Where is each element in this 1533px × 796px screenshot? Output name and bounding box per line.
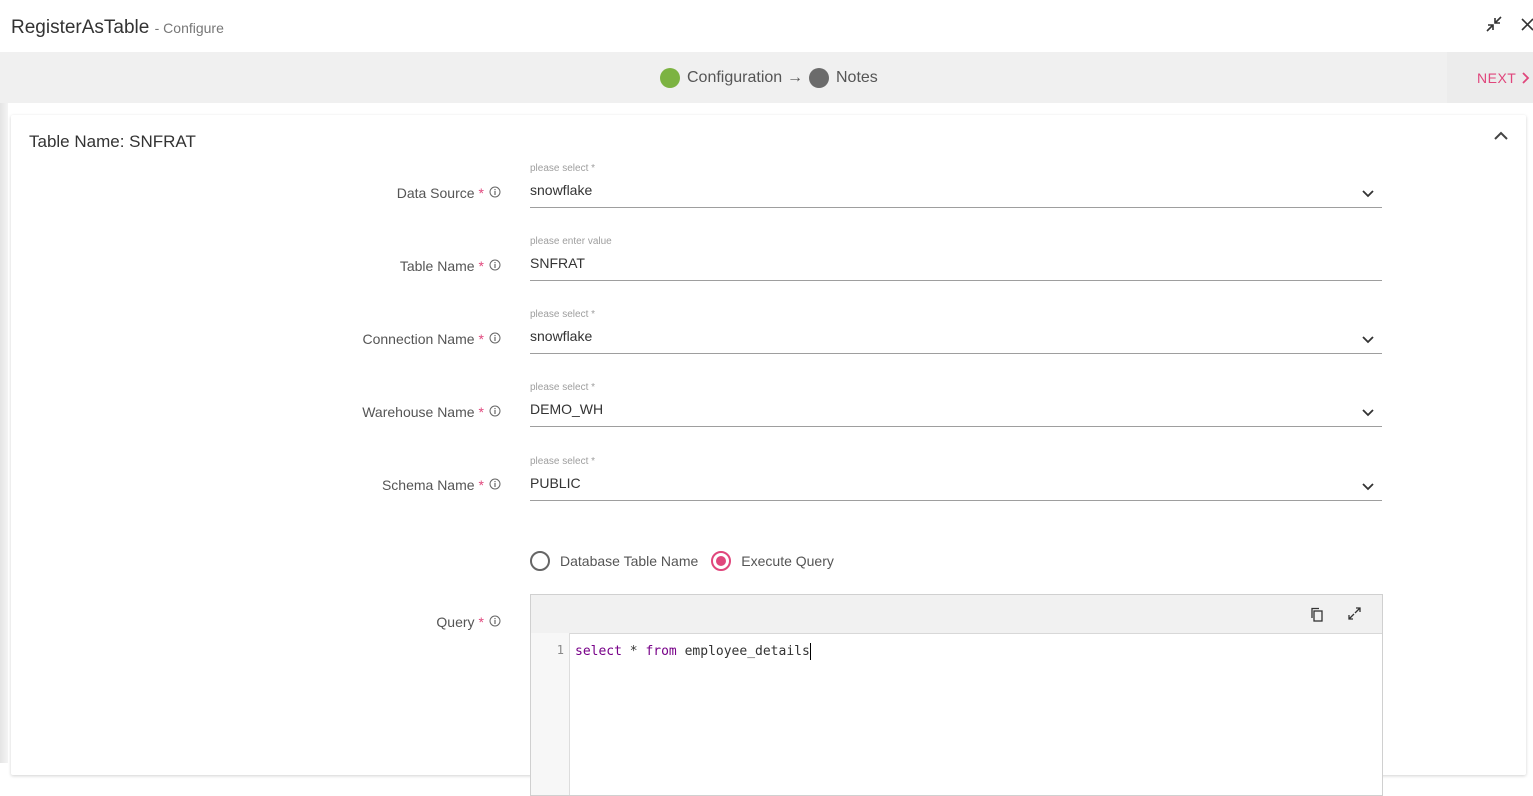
data-source-placeholder: please select * — [530, 163, 596, 174]
step-notes-label: Notes — [836, 69, 878, 86]
data-source-label-text: Data Source — [396, 185, 475, 201]
table-name-input[interactable]: please enter value SNFRAT — [530, 236, 1382, 281]
schema-name-label: Schema Name * — [382, 477, 501, 493]
query-editor[interactable]: 1 select * from employee_details — [530, 594, 1383, 796]
radio-execute-query-label[interactable]: Execute Query — [741, 553, 834, 569]
warehouse-name-label-text: Warehouse Name — [362, 404, 475, 420]
warehouse-name-label: Warehouse Name * — [362, 404, 501, 420]
info-icon[interactable] — [489, 477, 501, 493]
dialog-title-text: RegisterAsTable — [11, 17, 150, 38]
data-source-value: snowflake — [530, 182, 593, 198]
dialog-header: RegisterAsTable - Configure — [0, 0, 1533, 52]
mode-radio-group: Database Table Name Execute Query — [530, 551, 834, 571]
next-button-label: NEXT — [1477, 70, 1517, 86]
info-icon[interactable] — [489, 185, 501, 201]
code-text-star: * — [621, 644, 646, 659]
table-name-label: Table Name * — [400, 258, 501, 274]
required-marker: * — [478, 614, 484, 630]
code-text-table: employee_details — [676, 644, 810, 659]
expand-icon[interactable] — [1348, 607, 1361, 625]
warehouse-name-placeholder: please select * — [530, 382, 596, 393]
schema-name-select[interactable]: please select * PUBLIC — [530, 456, 1382, 501]
code-keyword-select: select — [575, 644, 622, 659]
text-cursor — [809, 643, 811, 660]
query-code[interactable]: select * from employee_details — [575, 643, 811, 660]
info-icon[interactable] — [489, 331, 501, 347]
info-icon[interactable] — [489, 404, 501, 420]
required-marker: * — [478, 477, 484, 493]
table-name-label-text: Table Name — [399, 258, 475, 274]
chevron-up-icon[interactable] — [1492, 129, 1510, 148]
config-panel: Table Name: SNFRAT Data Source * please … — [11, 115, 1526, 796]
next-area: NEXT — [1447, 52, 1533, 103]
step-configuration-label: Configuration — [687, 69, 783, 86]
info-icon[interactable] — [489, 258, 501, 274]
left-shadow-strip — [0, 52, 8, 763]
radio-database-table-name-label[interactable]: Database Table Name — [560, 553, 698, 569]
radio-database-table-name[interactable] — [530, 551, 550, 571]
required-marker: * — [478, 258, 484, 274]
next-button[interactable]: NEXT — [1477, 70, 1530, 86]
line-number: 1 — [556, 643, 564, 657]
radio-execute-query[interactable] — [711, 551, 732, 571]
schema-name-placeholder: please select * — [530, 456, 596, 467]
schema-name-value: PUBLIC — [530, 475, 581, 491]
editor-toolbar — [531, 595, 1382, 634]
step-notes[interactable]: Notes — [809, 68, 878, 88]
chevron-down-icon — [1362, 478, 1374, 496]
warehouse-name-select[interactable]: please select * DEMO_WH — [530, 382, 1382, 427]
copy-icon[interactable] — [1310, 607, 1324, 627]
dialog-title: RegisterAsTable - Configure — [11, 17, 224, 39]
step-configuration[interactable]: Configuration — [660, 68, 782, 88]
info-icon[interactable] — [489, 614, 501, 630]
dialog-subtitle: - Configure — [154, 20, 224, 36]
connection-name-placeholder: please select * — [530, 309, 596, 320]
step-arrow: → — [787, 69, 803, 86]
connection-name-value: snowflake — [530, 328, 593, 344]
query-label-text: Query — [436, 614, 475, 630]
panel-title: Table Name: SNFRAT — [29, 132, 196, 151]
editor-gutter: 1 — [531, 633, 570, 795]
connection-name-label: Connection Name * — [362, 331, 501, 347]
schema-name-label-text: Schema Name — [381, 477, 475, 493]
data-source-select[interactable]: please select * snowflake — [530, 163, 1382, 208]
chevron-down-icon — [1362, 185, 1374, 203]
step-active-dot-icon — [660, 68, 680, 88]
code-keyword-from: from — [645, 644, 677, 659]
step-pending-dot-icon — [809, 68, 829, 88]
connection-name-label-text: Connection Name — [362, 331, 475, 347]
close-icon[interactable] — [1520, 14, 1533, 39]
data-source-label: Data Source * — [397, 185, 501, 201]
table-name-placeholder: please enter value — [530, 236, 612, 247]
query-label: Query * — [436, 614, 501, 630]
warehouse-name-value: DEMO_WH — [530, 401, 604, 417]
required-marker: * — [478, 404, 484, 420]
chevron-right-icon — [1520, 70, 1530, 86]
collapse-icon[interactable] — [1484, 14, 1504, 39]
required-marker: * — [478, 185, 484, 201]
stepper-bar: Configuration → Notes NEXT — [0, 52, 1533, 103]
chevron-down-icon — [1362, 331, 1374, 349]
table-name-value: SNFRAT — [530, 255, 585, 271]
connection-name-select[interactable]: please select * snowflake — [530, 309, 1382, 354]
required-marker: * — [478, 331, 484, 347]
chevron-down-icon — [1362, 404, 1374, 422]
